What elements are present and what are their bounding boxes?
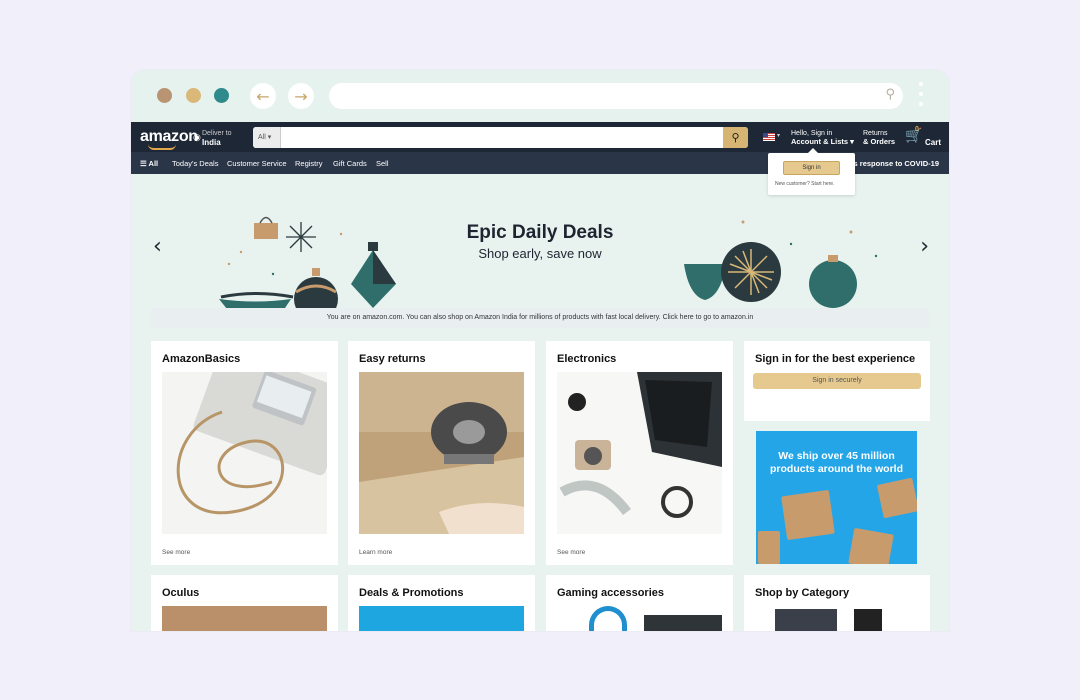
search-bar[interactable]: All ▾ ⚲: [253, 127, 748, 148]
card-title: AmazonBasics: [162, 353, 241, 365]
amazon-header: amazon ◉ Deliver to India All ▾ ⚲ ▾ Hell…: [131, 122, 949, 152]
search-icon[interactable]: ⚲: [885, 87, 895, 102]
arrow-left-icon[interactable]: ←: [250, 83, 276, 109]
cart-button[interactable]: 🛒 0 Cart: [905, 126, 941, 147]
window-dot-close[interactable]: [157, 88, 172, 103]
shipping-promo-banner[interactable]: We ship over 45 million products around …: [756, 431, 917, 564]
all-menu[interactable]: ☰ All: [140, 159, 158, 168]
hero-title: Epic Daily Deals: [466, 222, 614, 243]
package-image: [758, 531, 780, 564]
arrow-right-icon[interactable]: →: [288, 83, 314, 109]
category-image[interactable]: [775, 609, 837, 631]
nav-customer-service[interactable]: Customer Service: [227, 159, 287, 168]
card-amazonbasics[interactable]: AmazonBasics See more: [151, 341, 338, 565]
keyboard-image[interactable]: [644, 615, 722, 631]
package-image: [848, 527, 894, 564]
card-easy-returns[interactable]: Easy returns Learn more: [348, 341, 535, 565]
card-oculus[interactable]: Oculus: [151, 575, 338, 631]
chevron-down-icon[interactable]: ▾: [777, 132, 780, 139]
shipping-promo-text: We ship over 45 million products around …: [770, 450, 903, 475]
card-sign-in: Sign in for the best experience Sign in …: [744, 341, 930, 421]
card-shop-by-category[interactable]: Shop by Category: [744, 575, 930, 631]
package-image: [876, 477, 917, 519]
card-image[interactable]: [359, 606, 524, 631]
menu-kebab-icon[interactable]: [919, 82, 923, 112]
location-pin-icon: ◉: [193, 132, 201, 142]
nav-sell[interactable]: Sell: [376, 159, 389, 168]
card-title: Easy returns: [359, 353, 426, 365]
address-bar[interactable]: ⚲: [329, 83, 903, 109]
headset-image[interactable]: [589, 606, 627, 631]
returns-orders[interactable]: Returns & Orders: [863, 130, 895, 146]
card-gaming-accessories[interactable]: Gaming accessories: [546, 575, 733, 631]
card-title: Deals & Promotions: [359, 587, 464, 599]
flag-icon[interactable]: [763, 133, 775, 141]
card-title: Shop by Category: [755, 587, 850, 599]
account-label: Account & Lists: [791, 137, 849, 146]
see-more-link[interactable]: See more: [557, 549, 585, 556]
orders-label: & Orders: [863, 137, 896, 146]
browser-window: ← → ⚲ amazon ◉ Deliver to India All ▾ ⚲ …: [131, 70, 949, 631]
signin-popover: Sign in New customer? Start here.: [768, 148, 855, 195]
hero-subtitle: Shop early, save now: [478, 246, 602, 261]
nav-registry[interactable]: Registry: [295, 159, 323, 168]
search-submit-icon[interactable]: ⚲: [723, 127, 748, 148]
category-image[interactable]: [854, 609, 882, 631]
card-deals-promotions[interactable]: Deals & Promotions: [348, 575, 535, 631]
deliver-location: India: [202, 138, 221, 147]
card-image[interactable]: [359, 372, 524, 534]
learn-more-link[interactable]: Learn more: [359, 549, 392, 556]
card-image[interactable]: [162, 372, 327, 534]
amazon-india-notice[interactable]: You are on amazon.com. You can also shop…: [151, 308, 929, 328]
nav-todays-deals[interactable]: Today's Deals: [172, 159, 218, 168]
card-electronics[interactable]: Electronics See more: [546, 341, 733, 565]
card-title: Sign in for the best experience: [755, 353, 916, 365]
deliver-label: Deliver to: [202, 130, 232, 137]
cart-label: Cart: [925, 138, 942, 147]
see-more-link[interactable]: See more: [162, 549, 190, 556]
search-category-select[interactable]: All ▾: [253, 127, 281, 148]
card-image[interactable]: [557, 372, 722, 534]
sign-in-securely-button[interactable]: Sign in securely: [753, 373, 921, 389]
card-title: Electronics: [557, 353, 617, 365]
cart-icon: 🛒: [905, 128, 923, 144]
account-greeting: Hello, Sign in: [791, 130, 833, 137]
browser-toolbar: ← → ⚲: [131, 70, 949, 122]
cart-count: 0: [915, 126, 919, 133]
card-title: Oculus: [162, 587, 200, 599]
returns-label: Returns: [863, 130, 888, 137]
package-image: [781, 489, 835, 541]
deliver-to[interactable]: ◉ Deliver to India: [193, 129, 232, 147]
window-dot-minimize[interactable]: [186, 88, 201, 103]
window-dot-maximize[interactable]: [214, 88, 229, 103]
amazon-logo[interactable]: amazon: [140, 128, 198, 150]
nav-gift-cards[interactable]: Gift Cards: [333, 159, 367, 168]
popover-sign-in-button[interactable]: Sign in: [783, 161, 840, 175]
card-title: Gaming accessories: [557, 587, 665, 599]
new-customer-link[interactable]: New customer? Start here.: [775, 181, 834, 187]
card-image[interactable]: [162, 606, 327, 631]
account-menu[interactable]: Hello, Sign in Account & Lists ▾: [791, 130, 854, 146]
